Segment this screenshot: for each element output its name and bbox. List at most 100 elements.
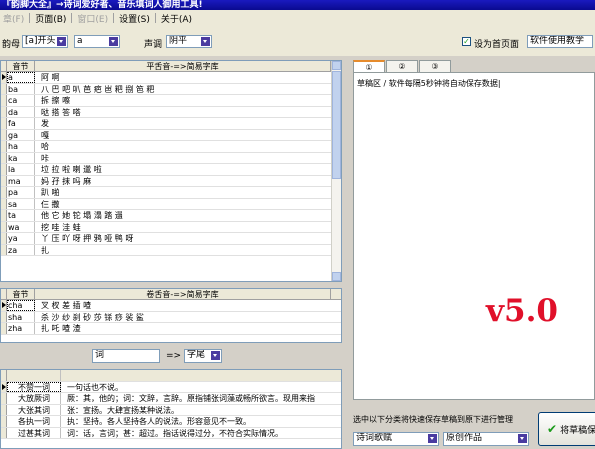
- menu-chapter[interactable]: 章(F): [0, 12, 27, 25]
- scroll-thumb[interactable]: [332, 71, 341, 179]
- chars-cell[interactable]: 哈: [35, 141, 331, 152]
- chars-cell[interactable]: 趴 啪: [35, 187, 331, 198]
- draft-textarea[interactable]: 草稿区 / 软件每隔5秒钟将自动保存数据|: [353, 72, 595, 400]
- table-row[interactable]: wa 挖 哇 洼 蛙: [1, 221, 341, 233]
- chevron-down-icon[interactable]: [109, 37, 118, 46]
- save-draft-button[interactable]: ✔ 将草稿保存: [538, 412, 595, 446]
- syllable-cell[interactable]: sa: [7, 198, 35, 209]
- syllable-cell[interactable]: ha: [7, 141, 35, 152]
- table-row[interactable]: da 哒 搭 答 嗒: [1, 106, 341, 118]
- table-row[interactable]: sha 杀 沙 纱 刹 砂 莎 铩 痧 裟 鲨: [1, 311, 341, 323]
- chars-cell[interactable]: 叉 杈 差 插 喳: [35, 300, 331, 311]
- chars-cell[interactable]: 扎: [35, 245, 331, 256]
- chars-cell[interactable]: 他 它 她 铊 塌 溻 踏 遢: [35, 210, 331, 221]
- chevron-down-icon[interactable]: [518, 434, 527, 443]
- syllable-cell[interactable]: la: [7, 164, 35, 175]
- table-row[interactable]: a阿 啊: [1, 72, 341, 84]
- syllable-cell[interactable]: ca: [7, 95, 35, 106]
- table-row[interactable]: la 垃 拉 啦 喇 邋 啦: [1, 164, 341, 176]
- chars-cell[interactable]: 丫 压 吖 呀 押 鸦 哑 鸭 呀: [35, 233, 331, 244]
- tone-select[interactable]: 阴平: [166, 35, 212, 48]
- syllable-cell[interactable]: ba: [7, 83, 35, 94]
- table-row[interactable]: ha 哈: [1, 141, 341, 153]
- type-select[interactable]: 原创作品: [443, 432, 529, 446]
- syllable-cell[interactable]: fa: [7, 118, 35, 129]
- table-row[interactable]: 各执一词 执：坚持。各人坚持各人的说法。形容意见不一致。: [1, 416, 341, 428]
- table-row[interactable]: za 扎: [1, 244, 341, 256]
- filter-select[interactable]: [a]开头: [22, 35, 68, 48]
- syllable-cell[interactable]: sha: [7, 311, 35, 322]
- table-row[interactable]: ya 丫 压 吖 呀 押 鸦 哑 鸭 呀: [1, 233, 341, 245]
- chars-cell[interactable]: 妈 孖 抹 吗 麻: [35, 176, 331, 187]
- menu-window[interactable]: 窗口(E): [74, 12, 111, 25]
- syllable-cell[interactable]: ma: [7, 175, 35, 186]
- homepage-checkbox[interactable]: ✓: [462, 37, 471, 46]
- meaning-cell[interactable]: 词：话，言词；甚：超过。指话说得过分，不符合实际情况。: [61, 428, 333, 439]
- position-select[interactable]: 字尾: [184, 349, 222, 363]
- chars-cell[interactable]: 咔: [35, 153, 331, 164]
- category-select[interactable]: 诗词歌赋: [353, 432, 439, 446]
- flat-tongue-grid[interactable]: 音节 平舌音-=>简易字库 a阿 啊 ba 八 巴 吧 叭 芭 疤 岜 粑 捌 笆…: [0, 60, 342, 282]
- table-row[interactable]: 大张其词 张：宣扬。大肆宣扬某种说法。: [1, 404, 341, 416]
- chars-cell[interactable]: 挖 哇 洼 蛙: [35, 222, 331, 233]
- syllable-cell[interactable]: cha: [7, 300, 35, 311]
- chars-cell[interactable]: 发: [35, 118, 331, 129]
- chevron-down-icon[interactable]: [211, 351, 220, 360]
- syllable-cell[interactable]: ta: [7, 210, 35, 221]
- draft-text[interactable]: 草稿区 / 软件每隔5秒钟将自动保存数据|: [354, 73, 594, 94]
- table-row[interactable]: 大放厥词 厥：其，他的；词：文辞，言辞。原指铺张词藻或畅所欲言。现用来指: [1, 393, 341, 405]
- meaning-cell[interactable]: 一句话也不说。: [61, 382, 333, 393]
- syllable-cell[interactable]: wa: [7, 221, 35, 232]
- chars-cell[interactable]: 嘎: [35, 130, 331, 141]
- syllable-cell[interactable]: zha: [7, 323, 35, 334]
- table-row[interactable]: zha 扎 吒 喳 渣: [1, 323, 341, 335]
- table-row[interactable]: cha 叉 杈 差 插 喳: [1, 300, 341, 312]
- chars-cell[interactable]: 八 巴 吧 叭 芭 疤 岜 粑 捌 笆 粑: [35, 84, 331, 95]
- curled-tongue-grid[interactable]: 音节 卷舌音-=>简易字库 cha 叉 杈 差 插 喳 sha 杀 沙 纱 刹 砂 …: [0, 288, 342, 343]
- chars-cell[interactable]: 阿 啊: [35, 72, 331, 83]
- scroll-up-icon[interactable]: [332, 61, 341, 70]
- chars-cell[interactable]: 垃 拉 啦 喇 邋 啦: [35, 164, 331, 175]
- chars-cell[interactable]: 扎 吒 喳 渣: [35, 323, 331, 334]
- word-cell[interactable]: 不赞一词: [7, 381, 61, 392]
- letter-select[interactable]: a: [74, 35, 120, 48]
- syllable-cell[interactable]: pa: [7, 187, 35, 198]
- scroll-down-icon[interactable]: [332, 272, 341, 281]
- help-select[interactable]: 软件使用教学: [527, 35, 593, 48]
- menu-page[interactable]: 页面(B): [32, 12, 69, 25]
- meaning-cell[interactable]: 执：坚持。各人坚持各人的说法。形容意见不一致。: [61, 416, 333, 427]
- word-cell[interactable]: 大张其词: [7, 404, 61, 415]
- word-cell[interactable]: 各执一词: [7, 416, 61, 427]
- word-cell[interactable]: [7, 370, 61, 381]
- chars-cell[interactable]: 拆 擦 嚓: [35, 95, 331, 106]
- meaning-cell[interactable]: 张：宣扬。大肆宣扬某种说法。: [61, 405, 333, 416]
- table-row[interactable]: fa 发: [1, 118, 341, 130]
- tab-draft-3[interactable]: ③: [419, 60, 451, 72]
- syllable-cell[interactable]: ka: [7, 152, 35, 163]
- meaning-cell[interactable]: 厥：其，他的；词：文辞，言辞。原指铺张词藻或畅所欲言。现用来指: [61, 393, 333, 404]
- word-search-input[interactable]: 词: [92, 349, 160, 363]
- table-row[interactable]: 过甚其词 词：话，言词；甚：超过。指话说得过分，不符合实际情况。: [1, 427, 341, 439]
- table-row[interactable]: sa 仨 撒: [1, 198, 341, 210]
- syllable-cell[interactable]: ya: [7, 233, 35, 244]
- table-row[interactable]: pa 趴 啪: [1, 187, 341, 199]
- syllable-cell[interactable]: ga: [7, 129, 35, 140]
- upper-grid-scrollbar[interactable]: [331, 61, 341, 281]
- syllable-cell[interactable]: da: [7, 106, 35, 117]
- syllable-cell[interactable]: za: [7, 244, 35, 255]
- chevron-down-icon[interactable]: [57, 37, 66, 46]
- table-row[interactable]: ca 拆 擦 嚓: [1, 95, 341, 107]
- word-cell[interactable]: 大放厥词: [7, 393, 61, 404]
- chars-cell[interactable]: 杀 沙 纱 刹 砂 莎 铩 痧 裟 鲨: [35, 312, 331, 323]
- chars-cell[interactable]: 哒 搭 答 嗒: [35, 107, 331, 118]
- table-row[interactable]: 不赞一词 一句话也不说。: [1, 381, 341, 393]
- tab-draft-2[interactable]: ②: [386, 60, 418, 72]
- meaning-cell[interactable]: [61, 370, 333, 381]
- table-row[interactable]: ka 咔: [1, 152, 341, 164]
- table-row[interactable]: ma 妈 孖 抹 吗 麻: [1, 175, 341, 187]
- table-row[interactable]: ta 他 它 她 铊 塌 溻 踏 遢: [1, 210, 341, 222]
- menu-about[interactable]: 关于(A): [158, 12, 195, 25]
- chevron-down-icon[interactable]: [428, 434, 437, 443]
- chars-cell[interactable]: 仨 撒: [35, 199, 331, 210]
- menu-settings[interactable]: 设置(S): [116, 12, 153, 25]
